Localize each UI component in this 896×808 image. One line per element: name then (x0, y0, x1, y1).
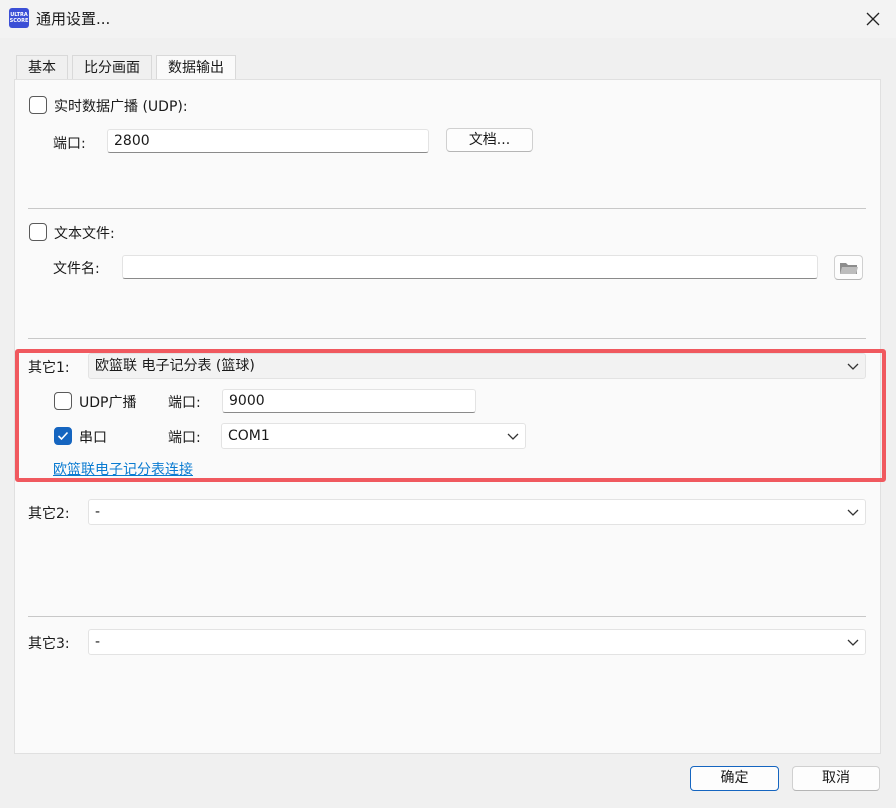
serial-port-checkbox[interactable] (54, 427, 72, 445)
scoreboard-connection-link[interactable]: 欧篮联电子记分表连接 (53, 459, 193, 479)
other1-select[interactable]: 欧篮联 电子记分表 (篮球) (88, 353, 866, 379)
tab-bar: 基本 比分画面 数据输出 (16, 55, 240, 80)
chevron-down-icon (847, 639, 859, 646)
other3-label: 其它3: (28, 636, 70, 652)
other3-select[interactable]: - (88, 629, 866, 655)
chevron-down-icon (507, 433, 519, 440)
section-divider (28, 616, 866, 617)
filename-input[interactable] (122, 255, 818, 279)
other1-label: 其它1: (28, 360, 70, 376)
cancel-button[interactable]: 取消 (792, 766, 880, 791)
chevron-down-icon (847, 509, 859, 516)
docs-button[interactable]: 文档... (446, 128, 533, 152)
text-file-checkbox[interactable] (29, 223, 47, 241)
tab-score-screen[interactable]: 比分画面 (72, 55, 152, 79)
other2-selected-value: - (95, 504, 101, 520)
serial-port-number-label: 端口: (168, 430, 201, 446)
chevron-down-icon (847, 363, 859, 370)
udp-port-input[interactable]: 2800 (107, 129, 429, 153)
checkmark-icon (57, 431, 69, 441)
folder-icon (839, 263, 858, 274)
window-title: 通用设置... (36, 10, 111, 28)
serial-port-label: 串口 (79, 430, 107, 446)
app-icon: ULTRA SCORE (9, 8, 29, 28)
udp-port-label: 端口: (53, 136, 86, 152)
udp-port-label-2: 端口: (168, 395, 201, 411)
serial-port-selected-value: COM1 (228, 428, 270, 444)
other1-selected-value: 欧篮联 电子记分表 (篮球) (95, 358, 255, 374)
filename-label: 文件名: (53, 261, 100, 277)
title-bar: ULTRA SCORE 通用设置... (0, 0, 896, 38)
close-icon (866, 12, 880, 26)
udp-broadcast-checkbox-2[interactable] (54, 392, 72, 410)
other2-label: 其它2: (28, 506, 70, 522)
close-button[interactable] (850, 0, 896, 38)
section-divider (28, 338, 866, 339)
other3-selected-value: - (95, 634, 101, 650)
text-file-label: 文本文件: (54, 226, 115, 242)
tab-data-output[interactable]: 数据输出 (156, 55, 236, 80)
other2-select[interactable]: - (88, 499, 866, 525)
tab-basic[interactable]: 基本 (16, 55, 68, 79)
section-divider (28, 208, 866, 209)
ok-button[interactable]: 确定 (690, 766, 779, 791)
udp-broadcast-label: 实时数据广播 (UDP): (54, 99, 188, 115)
udp-broadcast-label-2: UDP广播 (79, 395, 137, 411)
browse-folder-button[interactable] (834, 255, 863, 280)
serial-port-select[interactable]: COM1 (221, 423, 526, 449)
udp-broadcast-checkbox[interactable] (29, 96, 47, 114)
udp-port-input-2[interactable]: 9000 (222, 389, 476, 413)
